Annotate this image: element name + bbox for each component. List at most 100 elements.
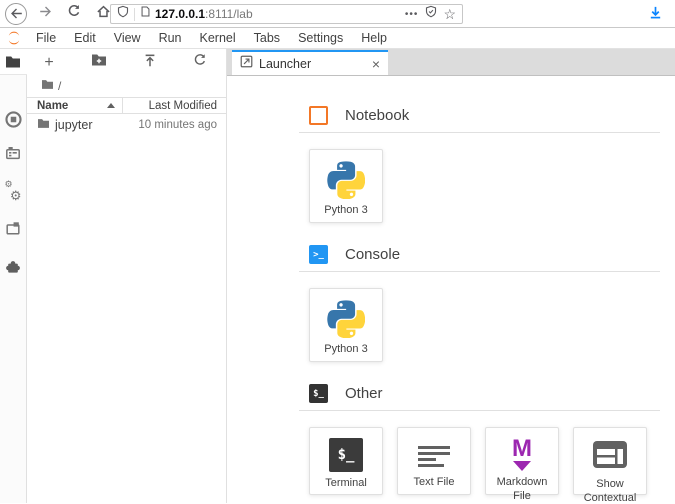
console-icon: >_	[309, 245, 328, 264]
launcher-panel: Launcher × Notebook Pyt	[227, 49, 675, 503]
url-path: :8111/lab	[205, 7, 253, 21]
sidebar-item-running-sessions[interactable]	[5, 111, 22, 128]
section-title: Notebook	[345, 107, 409, 124]
section-divider	[299, 410, 660, 411]
card-label: Terminal	[323, 477, 369, 491]
sidebar-item-extensions[interactable]	[5, 258, 22, 275]
terminal-icon: $_	[309, 384, 328, 403]
terminal-icon: $_	[329, 438, 363, 472]
file-browser-toolbar: +	[27, 49, 226, 76]
tab-launcher[interactable]: Launcher ×	[232, 50, 388, 75]
markdown-m-glyph: M	[512, 437, 532, 461]
menu-file[interactable]: File	[27, 31, 65, 45]
forward-button[interactable]	[32, 2, 58, 26]
url-text: 127.0.0.1:8111/lab	[155, 7, 253, 21]
upload-icon	[143, 53, 157, 73]
file-name: jupyter	[55, 118, 93, 132]
column-header-name[interactable]: Name	[27, 98, 123, 113]
card-label: Python 3	[322, 343, 369, 357]
tab-bar: Launcher ×	[227, 49, 675, 76]
bookmark-star-icon[interactable]: ☆	[443, 7, 456, 21]
new-folder-button[interactable]	[89, 53, 109, 73]
upload-button[interactable]	[140, 53, 160, 73]
file-last-modified: 10 minutes ago	[93, 119, 226, 131]
text-file-icon	[418, 441, 450, 471]
jupyterlab-menubar: File Edit View Run Kernel Tabs Settings …	[0, 28, 675, 49]
download-icon	[648, 8, 663, 25]
python-icon	[327, 161, 365, 199]
reload-icon	[67, 4, 81, 23]
reload-button[interactable]	[61, 2, 87, 26]
breadcrumb-root: /	[58, 79, 61, 93]
menu-settings[interactable]: Settings	[289, 31, 352, 45]
sidebar-item-open-tabs[interactable]	[5, 220, 22, 237]
file-browser-panel: + / N	[27, 49, 227, 503]
back-button[interactable]	[3, 2, 29, 26]
contextual-help-icon	[593, 441, 627, 473]
menu-tabs[interactable]: Tabs	[245, 31, 289, 45]
refresh-button[interactable]	[190, 53, 210, 73]
sidebar-item-filebrowser[interactable]	[0, 49, 27, 75]
page-info-icon[interactable]	[140, 5, 151, 23]
plus-icon: +	[44, 55, 53, 71]
home-folder-icon	[41, 79, 54, 93]
urlbar-divider	[134, 8, 135, 21]
menu-help[interactable]: Help	[352, 31, 396, 45]
launcher-card-text-file[interactable]: Text File	[397, 427, 471, 495]
launcher-card-terminal[interactable]: $_ Terminal	[309, 427, 383, 495]
browser-toolbar: 127.0.0.1:8111/lab ••• ☆	[0, 0, 675, 28]
folder-icon	[5, 53, 22, 70]
jupyter-logo-icon	[6, 30, 22, 46]
home-icon	[96, 4, 111, 24]
sort-ascending-icon	[107, 103, 115, 108]
section-title: Console	[345, 246, 400, 263]
section-notebook: Notebook Python 3	[309, 106, 660, 223]
forward-icon	[39, 5, 52, 23]
notebook-icon	[309, 106, 328, 125]
markdown-arrow-icon	[513, 461, 531, 471]
section-divider	[299, 132, 660, 133]
tab-close-icon[interactable]: ×	[372, 57, 380, 71]
section-console: >_ Console Python 3	[309, 245, 660, 362]
folder-icon	[37, 118, 50, 132]
card-label: Show Contextual Help	[574, 478, 646, 503]
pocket-shield-icon[interactable]	[425, 5, 437, 23]
menu-edit[interactable]: Edit	[65, 31, 105, 45]
menu-run[interactable]: Run	[150, 31, 191, 45]
launcher-card-console-python3[interactable]: Python 3	[309, 288, 383, 362]
card-label: Text File	[412, 476, 457, 490]
back-icon	[5, 3, 27, 25]
page-actions-icon[interactable]: •••	[405, 9, 419, 20]
activity-sidebar: ⚙ ⚙	[0, 49, 27, 503]
downloads-button[interactable]	[648, 5, 663, 26]
card-label: Markdown File	[486, 476, 558, 503]
section-title: Other	[345, 385, 383, 402]
tab-launcher-label: Launcher	[259, 57, 311, 71]
file-list-header: Name Last Modified	[27, 97, 226, 114]
new-folder-icon	[91, 53, 107, 72]
card-label: Python 3	[322, 204, 369, 218]
column-header-last-modified[interactable]: Last Modified	[123, 98, 226, 113]
tracking-shield-icon[interactable]	[117, 5, 129, 23]
launcher-card-notebook-python3[interactable]: Python 3	[309, 149, 383, 223]
refresh-icon	[193, 53, 207, 72]
launcher-card-show-contextual-help[interactable]: Show Contextual Help	[573, 427, 647, 495]
python-icon	[327, 300, 365, 338]
section-divider	[299, 271, 660, 272]
url-host: 127.0.0.1	[155, 7, 205, 21]
launcher-body: Notebook Python 3 >_ Co	[227, 76, 675, 503]
markdown-icon: M	[512, 437, 532, 471]
launcher-icon	[240, 55, 253, 73]
launcher-card-markdown-file[interactable]: M Markdown File	[485, 427, 559, 495]
gear-icon: ⚙	[10, 189, 22, 202]
sidebar-item-command-palette[interactable]	[5, 144, 22, 161]
file-row-jupyter[interactable]: jupyter 10 minutes ago	[27, 116, 226, 134]
new-launcher-button[interactable]: +	[39, 53, 59, 73]
menu-kernel[interactable]: Kernel	[191, 31, 245, 45]
menu-view[interactable]: View	[105, 31, 150, 45]
name-header-label: Name	[37, 100, 68, 112]
section-other: $_ Other $_ Terminal Text File	[309, 384, 660, 495]
breadcrumb[interactable]: /	[27, 78, 226, 93]
sidebar-item-property-inspector[interactable]: ⚙ ⚙	[5, 182, 22, 199]
url-bar[interactable]: 127.0.0.1:8111/lab ••• ☆	[110, 4, 463, 24]
